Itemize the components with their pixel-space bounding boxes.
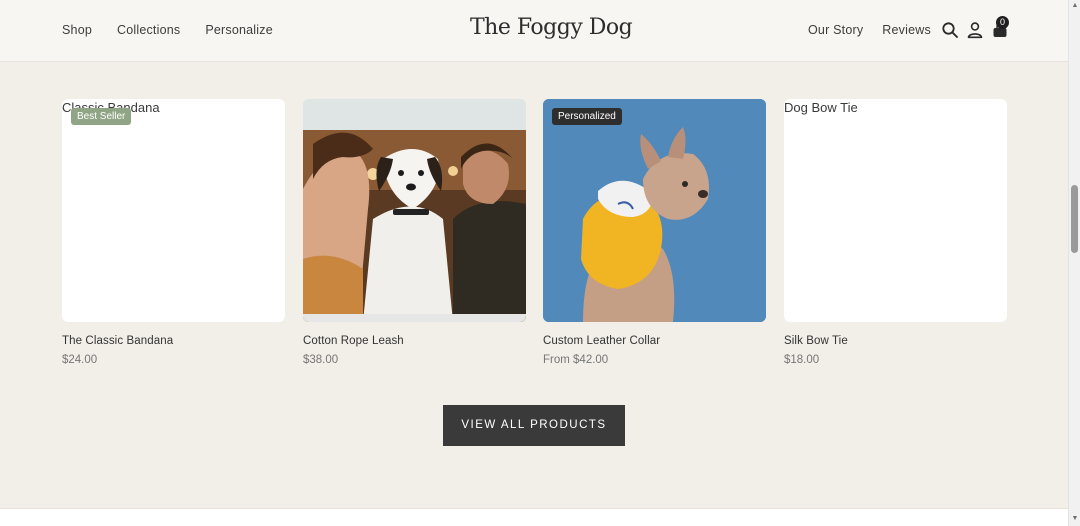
- best-seller-badge: Best Seller: [71, 108, 132, 125]
- product-name[interactable]: The Classic Bandana: [62, 335, 173, 347]
- nav-reviews[interactable]: Reviews: [882, 23, 931, 37]
- site-header: Shop Collections Personalize The Foggy D…: [0, 0, 1068, 62]
- nav-shop[interactable]: Shop: [62, 23, 92, 37]
- next-section-edge: [0, 508, 1068, 526]
- nav-personalize[interactable]: Personalize: [205, 23, 273, 37]
- product-image[interactable]: [303, 99, 526, 322]
- product-card[interactable]: Classic Bandana Best Seller The Classic …: [62, 99, 285, 366]
- product-name[interactable]: Custom Leather Collar: [543, 335, 660, 347]
- user-icon[interactable]: [966, 21, 984, 39]
- page-scrollbar[interactable]: ▲ ▼: [1068, 0, 1080, 526]
- view-all-products-button[interactable]: VIEW ALL PRODUCTS: [443, 405, 625, 446]
- image-alt-text: Dog Bow Tie: [784, 100, 858, 115]
- product-card[interactable]: Personalized Custom Leather Collar From …: [543, 99, 766, 366]
- product-image[interactable]: Personalized: [543, 99, 766, 322]
- personalized-badge: Personalized: [552, 108, 622, 125]
- scroll-down-icon[interactable]: ▼: [1071, 515, 1079, 523]
- product-card[interactable]: Dog Bow Tie Silk Bow Tie $18.00: [784, 99, 1007, 366]
- product-price: $18.00: [784, 354, 820, 366]
- product-price: $38.00: [303, 354, 339, 366]
- cart-count-badge: 0: [996, 16, 1009, 29]
- scrollbar-thumb[interactable]: [1071, 185, 1078, 253]
- main-nav: Shop Collections Personalize: [62, 23, 273, 37]
- product-name[interactable]: Cotton Rope Leash: [303, 335, 404, 347]
- couple-with-dog-photo: [303, 99, 526, 322]
- product-price: $24.00: [62, 354, 98, 366]
- product-card[interactable]: Cotton Rope Leash $38.00: [303, 99, 526, 366]
- french-bulldog-photo: [543, 99, 766, 322]
- scroll-up-icon[interactable]: ▲: [1071, 2, 1079, 10]
- product-image-placeholder[interactable]: Dog Bow Tie: [784, 99, 1007, 322]
- product-price: From $42.00: [543, 354, 609, 366]
- nav-our-story[interactable]: Our Story: [808, 23, 863, 37]
- nav-collections[interactable]: Collections: [117, 23, 180, 37]
- site-logo[interactable]: The Foggy Dog: [470, 15, 633, 40]
- search-icon[interactable]: [941, 21, 959, 39]
- product-image-placeholder[interactable]: Classic Bandana Best Seller: [62, 99, 285, 322]
- secondary-nav: Our Story Reviews: [808, 23, 931, 37]
- product-name[interactable]: Silk Bow Tie: [784, 335, 848, 347]
